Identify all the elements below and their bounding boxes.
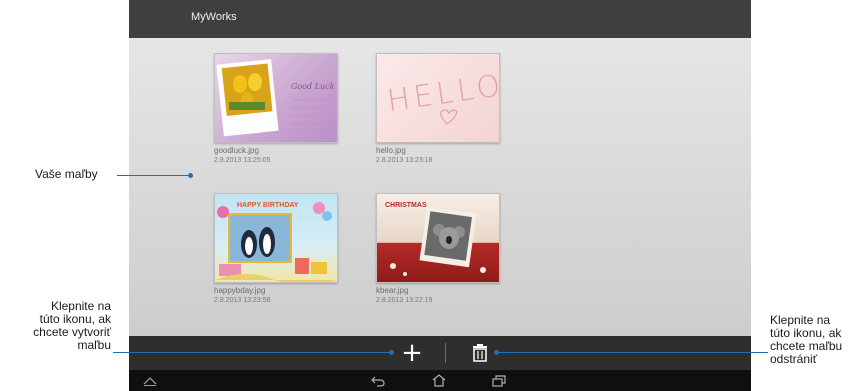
goodluck-card-art xyxy=(216,59,327,137)
goodluck-card-text: Good Luck xyxy=(291,82,335,91)
callout-delete-dot xyxy=(494,350,499,355)
callout-create-line xyxy=(113,352,391,353)
painting-thumbnail-happybday[interactable]: HAPPY BIRTHDAY xyxy=(214,193,338,286)
delete-painting-button[interactable] xyxy=(469,342,491,364)
callout-delete-line xyxy=(498,352,768,353)
callout-create-label: Klepnite na túto ikonu, ak chcete vytvor… xyxy=(33,300,111,352)
app-title: MyWorks xyxy=(191,11,237,23)
painting-thumbnail-goodluck[interactable]: Good Luck xyxy=(214,53,338,143)
system-navigation-bar xyxy=(129,370,751,391)
action-bar: + xyxy=(129,336,751,370)
tablet-screen: MyWorks Good Luck goodluck.jpg 2.8.2013 … xyxy=(129,0,751,391)
item-date-kbear: 2.8.2013 13:22:19 xyxy=(376,297,433,304)
callout-paintings-dot xyxy=(188,173,193,178)
add-painting-button[interactable]: + xyxy=(398,339,426,367)
painting-thumbnail-kbear[interactable]: CHRISTMAS xyxy=(376,193,500,283)
item-date-hello: 2.8.2013 13:23:18 xyxy=(376,157,433,164)
painting-thumbnail-hello[interactable]: HELLO xyxy=(376,53,506,143)
app-title-bar: MyWorks xyxy=(129,0,751,38)
trash-icon xyxy=(473,344,487,362)
callout-paintings-label: Vaše maľby xyxy=(35,167,98,181)
callout-delete-label: Klepnite na túto ikonu, ak chcete maľbu … xyxy=(770,314,842,366)
recent-apps-icon[interactable] xyxy=(492,375,506,387)
item-name-goodluck: goodluck.jpg xyxy=(214,146,259,155)
callout-create-dot xyxy=(389,350,394,355)
item-date-goodluck: 2.8.2013 13:25:05 xyxy=(214,157,271,164)
heart-doodle xyxy=(440,109,458,125)
item-name-kbear: kbear.jpg xyxy=(376,286,409,295)
chevron-up-icon[interactable] xyxy=(143,376,157,386)
birthday-card-text: HAPPY BIRTHDAY xyxy=(237,202,299,209)
action-bar-divider xyxy=(445,343,446,363)
christmas-card-text: CHRISTMAS xyxy=(385,202,427,209)
back-icon[interactable] xyxy=(371,375,385,387)
item-name-happybday: happybday.jpg xyxy=(214,286,266,295)
item-date-happybday: 2.8.2013 13:23:58 xyxy=(214,297,271,304)
item-name-hello: hello.jpg xyxy=(376,146,406,155)
home-icon[interactable] xyxy=(432,374,446,387)
callout-paintings-line xyxy=(117,175,190,176)
callout-create-line-4: maľbu xyxy=(77,338,111,352)
callout-delete-line-4: odstrániť xyxy=(770,352,818,366)
